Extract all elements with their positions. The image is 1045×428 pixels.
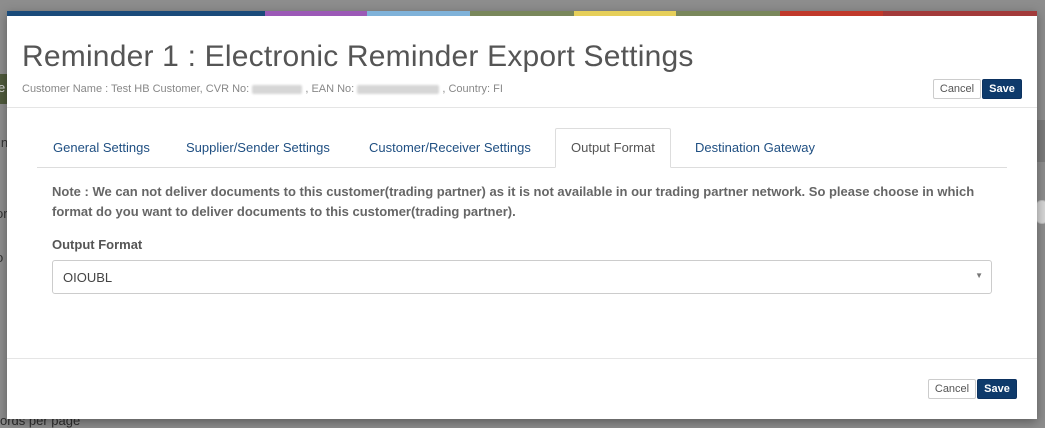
caret-down-icon: ▼ [975, 271, 983, 280]
redacted-cvr [252, 84, 303, 94]
customer-name-label: Customer Name : Test HB Customer, CVR No… [22, 83, 250, 95]
modal-footer: Cancel Save [7, 358, 1037, 419]
tab-output-format[interactable]: Output Format [555, 128, 671, 168]
modal-title: Reminder 1 : Electronic Reminder Export … [22, 40, 694, 73]
background-text-fragment: e [0, 80, 6, 95]
output-format-selected-value: OIOUBL [63, 270, 113, 285]
tab-general-settings[interactable]: General Settings [38, 128, 165, 168]
settings-tabs: General Settings Supplier/Sender Setting… [37, 128, 1007, 168]
header-save-button[interactable]: Save [982, 79, 1022, 99]
export-settings-modal: Reminder 1 : Electronic Reminder Export … [7, 11, 1037, 419]
background-column [1037, 120, 1045, 162]
output-format-select[interactable]: OIOUBL ▼ [52, 260, 992, 294]
background-text-fragment: o [0, 250, 3, 265]
redacted-ean [357, 84, 440, 94]
tab-customer-receiver-settings[interactable]: Customer/Receiver Settings [354, 128, 546, 168]
country-label: , Country: FI [442, 83, 503, 95]
tab-supplier-sender-settings[interactable]: Supplier/Sender Settings [171, 128, 345, 168]
ean-label: , EAN No: [305, 83, 355, 95]
header-cancel-button[interactable]: Cancel [933, 79, 981, 99]
footer-save-button[interactable]: Save [977, 379, 1017, 399]
customer-info: Customer Name : Test HB Customer, CVR No… [22, 83, 503, 95]
footer-cancel-button[interactable]: Cancel [928, 379, 976, 399]
tab-destination-gateway[interactable]: Destination Gateway [680, 128, 830, 168]
modal-header: Reminder 1 : Electronic Reminder Export … [7, 16, 1037, 108]
output-format-label: Output Format [52, 237, 143, 252]
delivery-note: Note : We can not deliver documents to t… [52, 184, 975, 219]
